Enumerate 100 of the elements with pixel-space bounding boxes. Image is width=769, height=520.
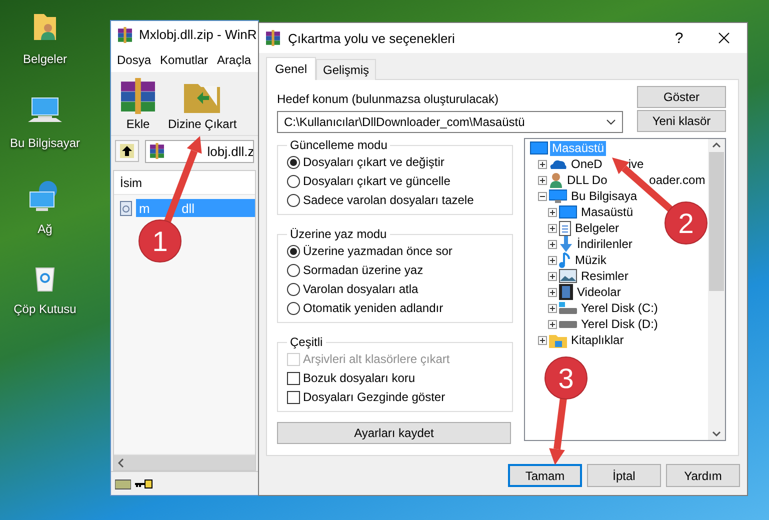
dialog-button[interactable]: İptal <box>587 464 661 487</box>
tree-item[interactable]: DLL Do oader.com <box>565 172 708 188</box>
collapse-icon[interactable] <box>538 192 547 200</box>
help-button[interactable]: ? <box>664 30 694 46</box>
chevron-down-icon[interactable] <box>712 431 721 437</box>
step-badge: 1 <box>138 220 182 262</box>
option-label: Varolan dosyaları atla <box>303 282 418 296</box>
tree-item[interactable]: Kitaplıklar <box>569 332 626 348</box>
option-label: Dosyaları çıkart ve değiştir <box>303 155 444 169</box>
expand-icon[interactable] <box>548 224 557 232</box>
chevron-up-icon[interactable] <box>712 142 721 148</box>
expand-icon[interactable] <box>548 320 557 328</box>
expand-icon[interactable] <box>538 176 547 184</box>
toolbar-button[interactable]: Dizine Çıkart <box>165 76 240 135</box>
chevron-down-icon[interactable] <box>606 119 616 125</box>
tree-item[interactable]: İndirilenler <box>575 236 634 252</box>
toolbar-button[interactable]: Ekle <box>117 76 159 135</box>
desktop-icon <box>559 205 577 219</box>
vertical-scrollbar[interactable] <box>708 139 725 440</box>
film-icon <box>559 284 573 300</box>
desktop-icon-label[interactable]: Çöp Kutusu <box>14 302 76 316</box>
tree-item[interactable]: Masaüstü <box>579 204 636 220</box>
checkbox[interactable] <box>287 372 300 384</box>
radio-button[interactable] <box>287 174 300 188</box>
person-icon <box>549 172 563 188</box>
desktop-icon-label[interactable]: Ağ <box>38 222 52 236</box>
option-label: Otomatik yeniden adlandır <box>303 301 444 315</box>
option-label: Bozuk dosyaları koru <box>303 371 416 385</box>
expand-icon[interactable] <box>548 304 557 312</box>
menu-item[interactable]: Dosya <box>117 53 152 67</box>
folder-person-icon <box>32 12 58 42</box>
document-icon <box>559 220 571 236</box>
side-button[interactable]: Yeni klasör <box>637 110 726 132</box>
file-icon <box>120 200 132 216</box>
tree-item[interactable]: Videolar <box>575 284 623 300</box>
key-icon <box>135 478 153 488</box>
expand-icon[interactable] <box>538 160 547 168</box>
expand-icon[interactable] <box>548 256 557 264</box>
desktop-icon-label[interactable]: Bu Bilgisayar <box>10 136 80 150</box>
radio-button[interactable] <box>287 282 300 296</box>
option-label: Sadece varolan dosyaları tazele <box>303 193 474 207</box>
option-label: Dosyaları çıkart ve güncelle <box>303 174 450 188</box>
up-folder-button[interactable] <box>115 140 139 162</box>
music-note-icon <box>559 252 571 268</box>
books-stack-icon <box>265 30 281 46</box>
radio-button[interactable] <box>287 302 300 314</box>
desktop-icon <box>530 141 548 155</box>
expand-icon[interactable] <box>548 240 557 248</box>
option-label: Arşivleri alt klasörlere çıkart <box>303 352 450 366</box>
dialog-button[interactable]: Yardım <box>666 464 740 487</box>
chevron-left-icon[interactable] <box>118 458 124 468</box>
drive-icon <box>559 320 577 328</box>
group-title: Çeşitli <box>289 335 324 349</box>
tree-item[interactable]: Bu Bilgisaya <box>569 188 640 204</box>
books-stack-icon <box>117 26 133 42</box>
menu-item[interactable]: Araçla <box>217 53 252 67</box>
drive-icon <box>559 301 577 315</box>
tree-item[interactable]: Belgeler <box>573 220 622 236</box>
drive-icon <box>115 478 131 490</box>
save-settings-button[interactable]: Ayarları kaydet <box>277 422 511 444</box>
picture-icon <box>559 269 577 283</box>
tree-item[interactable]: Resimler <box>579 268 630 284</box>
tree-item[interactable]: Müzik <box>573 252 608 268</box>
field-label: Hedef konum (bulunmazsa oluşturulacak) <box>277 92 500 106</box>
group-title: Üzerine yaz modu <box>289 227 388 241</box>
folder-icon <box>549 332 567 348</box>
option-label: Üzerine yazmadan önce sor <box>303 244 452 258</box>
radio-button[interactable] <box>287 194 300 206</box>
radio-button[interactable] <box>287 244 300 258</box>
window-title: Mxlobj.dll.zip - WinR <box>139 27 257 42</box>
step-badge: 3 <box>544 356 588 400</box>
column-header[interactable]: İsim <box>114 171 255 195</box>
radio-button[interactable] <box>287 264 300 276</box>
monitor-icon <box>549 189 567 203</box>
option-label: Dosyaları Gezginde göster <box>303 390 446 404</box>
cloud-icon <box>549 158 567 170</box>
tree-item[interactable]: Yerel Disk (C:) <box>579 300 660 316</box>
download-arrow-icon <box>559 236 573 252</box>
side-button[interactable]: Göster <box>637 86 726 108</box>
horizontal-scrollbar[interactable] <box>114 454 255 470</box>
path-combo-box[interactable]: C:\Kullanıcılar\DllDownloader_com\Masaüstü <box>277 111 623 133</box>
group-title: Güncelleme modu <box>289 138 388 152</box>
radio-button[interactable] <box>287 156 300 168</box>
tab[interactable]: Gelişmiş <box>316 59 376 80</box>
dialog-title: Çıkartma yolu ve seçenekleri <box>288 30 456 46</box>
desktop-icon-label[interactable]: Belgeler <box>22 52 68 66</box>
expand-icon[interactable] <box>548 208 557 216</box>
option-label: Sormadan üzerine yaz <box>303 263 424 277</box>
expand-icon[interactable] <box>548 288 557 296</box>
books-stack-icon <box>149 143 165 159</box>
dialog-button[interactable]: Tamam <box>508 464 582 487</box>
expand-icon[interactable] <box>538 336 547 344</box>
books-stack-icon <box>120 78 156 114</box>
checkbox[interactable] <box>287 390 300 404</box>
tab[interactable]: Genel <box>266 57 316 80</box>
tree-item[interactable]: Yerel Disk (D:) <box>579 316 660 332</box>
tree-item[interactable]: OneD ive <box>569 156 646 172</box>
expand-icon[interactable] <box>548 272 557 280</box>
menu-item[interactable]: Komutlar <box>160 53 208 67</box>
close-icon <box>718 32 730 44</box>
